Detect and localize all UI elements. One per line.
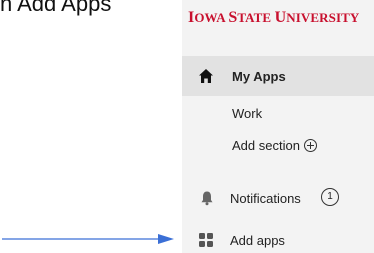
sidebar-item-label: My Apps [232, 68, 286, 84]
sidebar-item-label: Work [232, 105, 263, 121]
bell-icon [197, 188, 217, 208]
home-icon [196, 66, 216, 86]
notification-count-badge: 1 [321, 188, 339, 206]
sidebar-item-add-apps[interactable]: Add apps [182, 227, 374, 253]
university-logo[interactable]: IOWA STATE UNIVERSITY [188, 9, 374, 27]
sidebar-item-my-apps[interactable]: My Apps [182, 56, 374, 96]
sidebar-item-label: Add apps [230, 232, 285, 248]
sidebar-item-work[interactable]: Work [182, 100, 374, 126]
grid-icon [196, 230, 216, 250]
annotation-arrow [2, 234, 174, 244]
sidebar-item-notifications[interactable]: Notifications 1 [182, 185, 374, 211]
sidebar [182, 0, 374, 253]
plus-circle-icon [303, 138, 317, 152]
page-heading: n Add Apps [0, 0, 112, 16]
add-section-button[interactable]: Add section [182, 132, 374, 158]
sidebar-item-label: Add section [232, 137, 300, 153]
sidebar-item-label: Notifications [230, 190, 301, 206]
